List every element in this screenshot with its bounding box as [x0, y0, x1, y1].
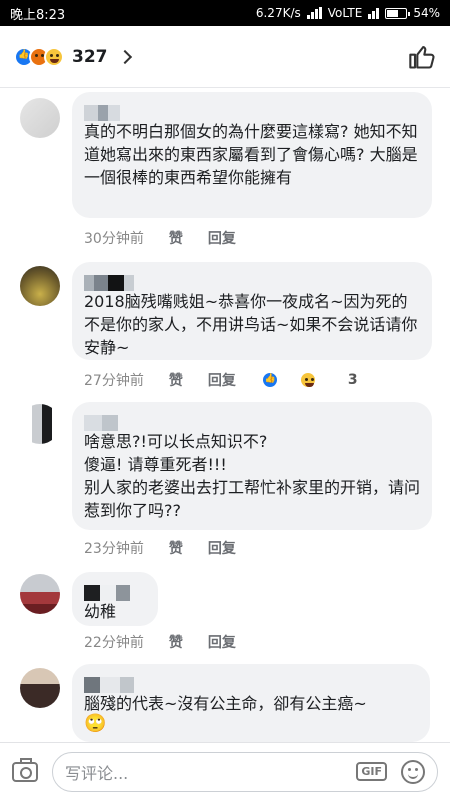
comment-actions: 23分钟前 赞 回复	[84, 538, 261, 558]
like-icon	[260, 371, 279, 389]
status-bar: 晚上8:23 6.27K/s VoLTE 54%	[0, 0, 450, 26]
haha-icon	[298, 371, 317, 389]
comment-text: 啥意思?!可以长点知识不? 傻逼! 请尊重死者!!! 别人家的老婆出去打工帮忙补…	[84, 432, 421, 520]
like-button[interactable]: 赞	[169, 632, 183, 652]
avatar[interactable]	[20, 98, 60, 138]
reactions-summary[interactable]	[14, 46, 64, 67]
battery-percent: 54%	[413, 6, 440, 20]
battery-icon	[385, 7, 411, 19]
sticker-icon[interactable]	[401, 759, 425, 784]
comment-text: 真的不明白那個女的為什麼要這樣寫? 她知不知道她寫出來的東西家屬看到了會傷心嗎?…	[84, 122, 418, 187]
comment-text: 2018脑残嘴贱姐~恭喜你一夜成名~因为死的不是你的家人，不用讲鸟话~如果不会说…	[84, 292, 418, 357]
comment-bubble[interactable]: 2018脑残嘴贱姐~恭喜你一夜成名~因为死的不是你的家人，不用讲鸟话~如果不会说…	[72, 262, 432, 360]
avatar[interactable]	[20, 266, 60, 306]
reactions-header: 327	[0, 26, 450, 88]
comment-text: 腦殘的代表~沒有公主命，卻有公主癌~	[84, 694, 367, 713]
like-button[interactable]: 赞	[169, 370, 183, 390]
comment-actions: 30分钟前 赞 回复	[84, 228, 261, 248]
status-time: 晚上8:23	[10, 7, 66, 23]
comment-composer: 写评论... GIF	[0, 742, 450, 800]
comment-bubble[interactable]: 幼稚	[72, 572, 158, 626]
comment-bubble[interactable]: 啥意思?!可以长点知识不? 傻逼! 请尊重死者!!! 别人家的老婆出去打工帮忙补…	[72, 402, 432, 530]
comment-actions: 22分钟前 赞 回复	[84, 632, 261, 652]
commenter-name[interactable]	[84, 100, 420, 121]
comment-reactions[interactable]: 3	[260, 371, 383, 389]
reply-button[interactable]: 回复	[208, 370, 236, 390]
wifi-icon	[368, 7, 380, 19]
commenter-name[interactable]	[84, 672, 418, 693]
network-speed: 6.27K/s	[255, 6, 301, 20]
comment-text: 幼稚	[84, 602, 117, 621]
comment-time: 30分钟前	[84, 231, 144, 247]
comment-bubble[interactable]: 腦殘的代表~沒有公主命，卻有公主癌~ 🙄	[72, 664, 430, 742]
rolling-eyes-icon: 🙄	[84, 713, 107, 734]
avatar[interactable]	[20, 574, 60, 614]
camera-icon[interactable]	[12, 757, 38, 782]
reply-button[interactable]: 回复	[208, 632, 236, 652]
commenter-name[interactable]	[84, 410, 420, 431]
comment-time: 27分钟前	[84, 373, 144, 389]
comment-time: 22分钟前	[84, 635, 144, 651]
comment-time: 23分钟前	[84, 541, 144, 557]
haha-icon	[44, 46, 64, 67]
reply-button[interactable]: 回复	[208, 538, 236, 558]
comment-bubble[interactable]: 真的不明白那個女的為什麼要這樣寫? 她知不知道她寫出來的東西家屬看到了會傷心嗎?…	[72, 92, 432, 218]
comment-actions: 27分钟前 赞 回复 3	[84, 370, 408, 390]
like-button[interactable]: 赞	[169, 538, 183, 558]
comment-reaction-count: 3	[347, 372, 358, 388]
like-button[interactable]: 赞	[169, 228, 183, 248]
avatar[interactable]	[20, 668, 60, 708]
chevron-right-icon[interactable]	[117, 49, 132, 64]
commenter-name[interactable]	[84, 580, 146, 601]
reply-button[interactable]: 回复	[208, 228, 236, 248]
avatar[interactable]	[20, 404, 60, 444]
comment-input-placeholder: 写评论...	[65, 763, 129, 783]
comment-input[interactable]: 写评论... GIF	[52, 751, 438, 792]
gif-button[interactable]: GIF	[356, 762, 387, 781]
commenter-name[interactable]	[84, 270, 420, 291]
thumbs-up-icon[interactable]	[408, 43, 436, 71]
volte-label: VoLTE	[327, 6, 363, 20]
reaction-count[interactable]: 327	[72, 47, 108, 67]
signal-icon	[306, 7, 322, 19]
